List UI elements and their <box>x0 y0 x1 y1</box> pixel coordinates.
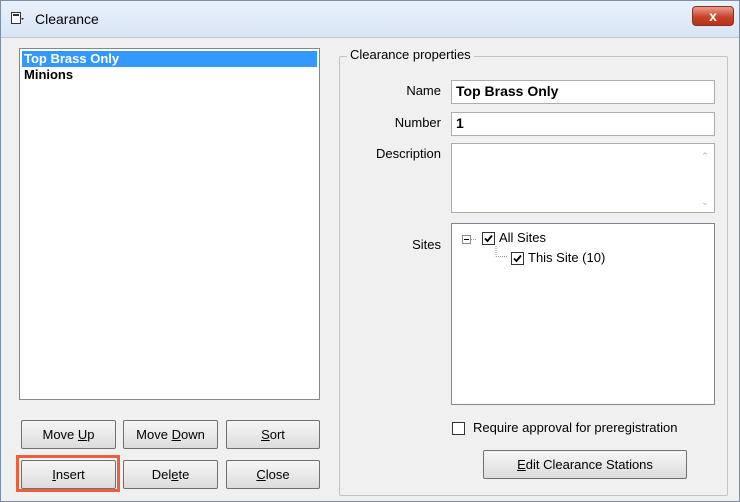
delete-button[interactable]: Delete <box>123 460 218 489</box>
checkmark-icon <box>513 254 522 263</box>
move-up-accel: U <box>77 427 88 442</box>
require-approval-checkbox[interactable] <box>452 422 465 435</box>
scroll-up-icon[interactable]: ⌃ <box>698 151 712 161</box>
sort-button[interactable]: Sort <box>226 420 320 449</box>
number-label: Number <box>394 115 441 130</box>
tree-item-all-sites[interactable]: All Sites <box>499 230 546 245</box>
close-label: lose <box>265 467 290 482</box>
minus-expander-icon[interactable] <box>462 235 471 244</box>
all-sites-checkbox[interactable] <box>482 232 495 245</box>
move-down-button[interactable]: Move Down <box>123 420 218 449</box>
sort-label: ort <box>269 427 285 442</box>
move-up-button[interactable]: Move Up <box>21 420 116 449</box>
sites-label: Sites <box>412 237 441 252</box>
window-title: Clearance <box>35 11 99 27</box>
title-bar: Clearance x <box>1 1 739 38</box>
close-window-button[interactable]: x <box>692 6 734 26</box>
name-field[interactable]: Top Brass Only <box>451 80 715 104</box>
description-field[interactable] <box>451 143 715 213</box>
move-down-label: Move <box>136 427 172 442</box>
delete-label-end: te <box>178 467 190 482</box>
close-button[interactable]: Close <box>226 460 320 489</box>
sites-tree[interactable]: All Sites This Site (10) <box>451 223 715 405</box>
scroll-down-icon[interactable]: ⌄ <box>698 197 712 207</box>
clearance-list[interactable]: Top Brass Only Minions <box>19 48 320 400</box>
close-accel: C <box>256 467 266 482</box>
edit-stations-accel: E <box>517 457 526 472</box>
this-site-checkbox[interactable] <box>511 252 524 265</box>
number-field[interactable]: 1 <box>451 112 715 136</box>
clearance-window: Clearance x Top Brass Only Minions Move … <box>0 0 740 502</box>
move-down-label-end: own <box>180 427 205 442</box>
sort-accel: S <box>261 427 270 442</box>
move-up-label-end: p <box>87 427 95 442</box>
list-item[interactable]: Top Brass Only <box>22 51 317 67</box>
edit-stations-label: dit Clearance Stations <box>525 457 653 472</box>
description-label: Description <box>375 146 441 161</box>
group-title: Clearance properties <box>347 47 474 62</box>
tree-item-this-site[interactable]: This Site (10) <box>528 250 605 265</box>
delete-label: Del <box>151 467 172 482</box>
edit-clearance-stations-button[interactable]: Edit Clearance Stations <box>483 450 687 479</box>
close-icon: x <box>709 8 717 24</box>
checkmark-icon <box>484 234 493 243</box>
move-up-label: Move <box>42 427 78 442</box>
name-label: Name <box>406 83 441 98</box>
list-item[interactable]: Minions <box>22 67 317 83</box>
require-approval-label: Require approval for preregistration <box>473 420 678 435</box>
window-app-icon <box>11 12 25 25</box>
move-down-accel: D <box>171 427 181 442</box>
insert-highlight-box <box>16 455 120 492</box>
